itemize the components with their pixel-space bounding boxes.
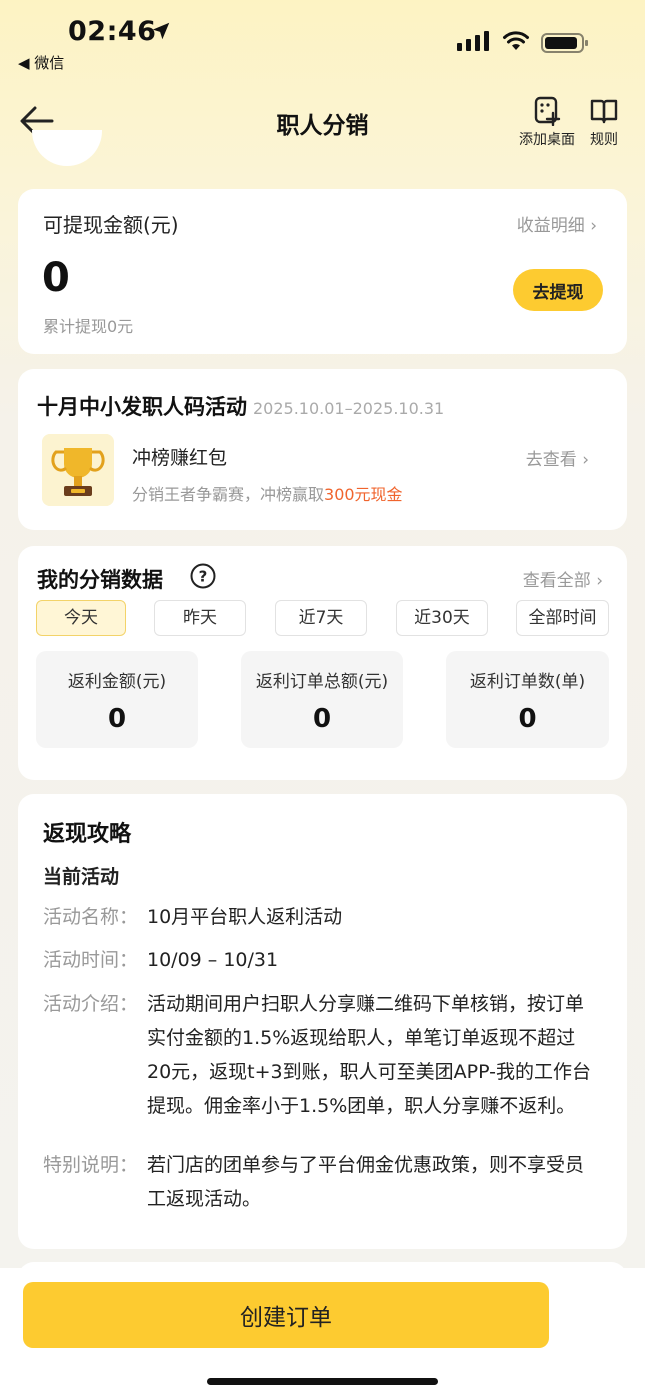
guide-row-value: 活动期间用户扫职人分享赚二维码下单核销，按订单实付金额的1.5%返现给职人，单笔… bbox=[147, 993, 591, 1117]
back-to-wechat-link[interactable]: ◀ 微信 bbox=[18, 52, 64, 73]
svg-text:?: ? bbox=[199, 568, 208, 586]
battery-icon bbox=[541, 33, 588, 53]
add-to-desktop-button[interactable]: 添加桌面 bbox=[514, 96, 580, 149]
tab-today[interactable]: 今天 bbox=[36, 600, 126, 636]
balance-value: 0 bbox=[42, 255, 70, 301]
distribution-data-title: 我的分销数据 bbox=[37, 568, 163, 592]
location-arrow-icon bbox=[152, 22, 170, 40]
guide-title: 返现攻略 bbox=[43, 822, 132, 847]
view-activity-link[interactable]: 去查看 › bbox=[526, 445, 589, 470]
trophy-icon bbox=[42, 434, 114, 506]
tab-all-time[interactable]: 全部时间 bbox=[516, 600, 609, 636]
activity-date-range: 2025.10.01–2025.10.31 bbox=[253, 399, 445, 418]
stat-rebate-order-count: 返利订单数(单) 0 bbox=[446, 651, 609, 748]
guide-row-value: 10/09 – 10/31 bbox=[147, 949, 279, 971]
cellular-signal-icon bbox=[457, 31, 489, 51]
guide-row-key: 活动名称： bbox=[43, 906, 139, 928]
stat-value: 0 bbox=[107, 704, 127, 734]
activity-card[interactable]: 十月中小发职人码活动 2025.10.01–2025.10.31 冲榜赚红包 分销… bbox=[18, 369, 627, 530]
guide-row-value: 10月平台职人返利活动 bbox=[147, 906, 343, 928]
activity-description: 分销王者争霸赛，冲榜赢取300元现金 bbox=[132, 481, 403, 505]
activity-title: 十月中小发职人码活动 2025.10.01–2025.10.31 bbox=[37, 391, 444, 421]
home-indicator bbox=[207, 1378, 438, 1385]
help-icon[interactable]: ? bbox=[190, 563, 216, 589]
activity-desc-text: 分销王者争霸赛，冲榜赢取 bbox=[132, 485, 325, 504]
book-icon bbox=[590, 99, 618, 124]
guide-row-key: 特别说明： bbox=[43, 1154, 139, 1176]
cashback-guide-card: 返现攻略 当前活动 活动名称： 10月平台职人返利活动 活动时间： 10/09 … bbox=[18, 794, 627, 1249]
balance-label: 可提现金额(元) bbox=[43, 213, 179, 237]
withdraw-button[interactable]: 去提现 bbox=[513, 269, 603, 311]
rules-button[interactable]: 规则 bbox=[584, 96, 624, 149]
status-time: 02:46 bbox=[68, 16, 157, 47]
guide-row-key: 活动时间： bbox=[43, 949, 139, 971]
stat-value: 0 bbox=[518, 704, 537, 734]
activity-prize-highlight: 300元现金 bbox=[324, 485, 403, 504]
avatar bbox=[32, 130, 102, 166]
tab-last-30-days[interactable]: 近30天 bbox=[396, 600, 488, 636]
stat-label: 返利订单数(单) bbox=[469, 672, 586, 692]
earnings-detail-link[interactable]: 收益明细 › bbox=[517, 211, 597, 236]
distribution-data-card: 我的分销数据 ? 查看全部 › 今天 昨天 近7天 近30天 全部时间 返利金额… bbox=[18, 546, 627, 780]
guide-row-key: 活动介绍： bbox=[43, 993, 139, 1015]
stat-rebate-amount: 返利金额(元) 0 bbox=[36, 651, 198, 748]
add-desktop-icon bbox=[534, 96, 561, 126]
activity-title-text: 十月中小发职人码活动 bbox=[37, 395, 247, 419]
stat-label: 返利金额(元) bbox=[67, 672, 167, 692]
status-bar: 02:46 ◀ 微信 bbox=[0, 0, 645, 84]
current-activity-heading: 当前活动 bbox=[43, 866, 120, 888]
activity-subtitle: 冲榜赚红包 bbox=[132, 447, 228, 469]
stat-label: 返利订单总额(元) bbox=[255, 672, 389, 692]
stat-rebate-order-total: 返利订单总额(元) 0 bbox=[241, 651, 403, 748]
total-withdrawn: 累计提现0元 bbox=[43, 317, 134, 336]
bottom-bar: 创建订单 bbox=[0, 1268, 645, 1398]
stat-value: 0 bbox=[312, 704, 332, 734]
add-desktop-label: 添加桌面 bbox=[519, 132, 575, 148]
view-all-link[interactable]: 查看全部 › bbox=[523, 566, 603, 591]
guide-row-value: 若门店的团单参与了平台佣金优惠政策，则不享受员工返现活动。 bbox=[147, 1154, 585, 1210]
tab-yesterday[interactable]: 昨天 bbox=[154, 600, 246, 636]
rules-label: 规则 bbox=[590, 132, 618, 148]
create-order-button[interactable]: 创建订单 bbox=[23, 1282, 549, 1348]
tab-last-7-days[interactable]: 近7天 bbox=[275, 600, 367, 636]
wifi-icon bbox=[503, 31, 529, 50]
balance-card: 可提现金额(元) 收益明细 › 0 累计提现0元 去提现 bbox=[18, 189, 627, 354]
